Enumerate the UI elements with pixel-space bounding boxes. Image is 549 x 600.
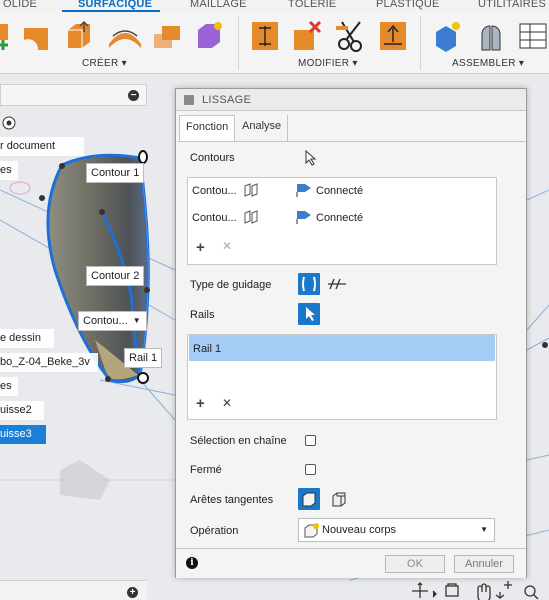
- chain-selection-label: Sélection en chaîne: [190, 435, 287, 447]
- extrude-icon[interactable]: [64, 20, 94, 52]
- group-label-assemble[interactable]: ASSEMBLER ▾: [452, 58, 524, 69]
- contour-dropdown[interactable]: Contou... ▼: [78, 311, 147, 331]
- extrude-plus-icon[interactable]: [0, 20, 14, 52]
- thicken-icon[interactable]: [250, 20, 280, 52]
- tab-surfacique[interactable]: SURFACIQUE: [78, 0, 152, 10]
- browser-item-component[interactable]: bo_Z-04_Beke_3v: [0, 353, 98, 372]
- browser-item-document[interactable]: r document: [0, 137, 84, 156]
- loft-dialog: LISSAGE Fonction Analyse Contours Contou…: [175, 88, 527, 578]
- tab-tolerie[interactable]: TÔLERIE: [288, 0, 336, 10]
- cancel-button[interactable]: Annuler: [454, 555, 514, 573]
- radio-icon[interactable]: [2, 116, 16, 130]
- joint-icon[interactable]: [476, 20, 506, 52]
- dialog-title: LISSAGE: [202, 94, 252, 106]
- browser-item-origins[interactable]: es: [0, 161, 18, 180]
- add-contour-icon[interactable]: +: [196, 239, 205, 256]
- connected-icon: [296, 211, 311, 224]
- new-body-icon: [304, 523, 319, 538]
- browser-item-sketch3[interactable]: uisse3: [0, 425, 46, 444]
- browser-item-sketch2[interactable]: uisse2: [0, 401, 44, 420]
- revolve-icon[interactable]: [107, 20, 143, 52]
- contour-row-1[interactable]: Contou... Connecté: [189, 178, 495, 204]
- rails-guidance-button[interactable]: [298, 273, 320, 295]
- expand-panel-icon[interactable]: +: [127, 587, 138, 598]
- dropdown-arrow-icon: ▼: [132, 316, 141, 325]
- contour-row-name: Contou...: [192, 185, 237, 197]
- centerline-icon: [328, 278, 346, 290]
- rail-row-name: Rail 1: [193, 343, 222, 355]
- delete-face-icon[interactable]: [292, 20, 322, 52]
- merge-edges-icon: [302, 492, 316, 507]
- ribbon-tab-bar: OLIDE SURFACIQUE MAILLAGE TÔLERIE PLASTI…: [0, 0, 549, 13]
- group-label-create[interactable]: CRÉER ▾: [82, 58, 127, 69]
- browser-item-bodies[interactable]: es: [0, 377, 18, 396]
- closed-checkbox[interactable]: [305, 464, 316, 475]
- new-component-icon[interactable]: [432, 20, 462, 52]
- rail-1-label[interactable]: Rail 1: [124, 348, 163, 368]
- operation-value: Nouveau corps: [322, 524, 396, 536]
- info-icon[interactable]: i: [186, 557, 198, 569]
- tab-solide[interactable]: OLIDE: [3, 0, 37, 10]
- tab-plastique[interactable]: PLASTIQUE: [376, 0, 440, 10]
- closed-label: Fermé: [190, 464, 222, 476]
- chain-selection-checkbox[interactable]: [305, 435, 316, 446]
- tab-fonction[interactable]: Fonction: [179, 115, 236, 141]
- rails-label: Rails: [190, 309, 215, 321]
- dialog-footer: i OK Annuler: [176, 548, 526, 578]
- dialog-body: Contours Contou... Connecté Contou... Co…: [178, 141, 525, 547]
- remove-rail-icon[interactable]: ✕: [222, 396, 232, 410]
- tab-analyse[interactable]: Analyse: [236, 115, 289, 141]
- tangent-edges-label: Arêtes tangentes: [190, 494, 274, 506]
- guidance-type-label: Type de guidage: [190, 279, 272, 291]
- add-rail-icon[interactable]: +: [196, 395, 205, 412]
- select-arrow-icon: ▼: [480, 525, 488, 534]
- rails-guide-icon: [302, 276, 316, 292]
- tangent-merge-button[interactable]: [298, 488, 320, 510]
- select-arrow-icon: [306, 307, 315, 321]
- centerline-guidance-button[interactable]: [326, 273, 348, 295]
- contour-row-2[interactable]: Contou... Connecté: [189, 205, 495, 231]
- tangent-keep-button[interactable]: [328, 488, 350, 510]
- navigation-toolbar: [412, 581, 539, 600]
- tab-maillage[interactable]: MAILLAGE: [190, 0, 247, 10]
- operation-select[interactable]: Nouveau corps ▼: [298, 518, 495, 542]
- contour-row-state[interactable]: Connecté: [316, 212, 363, 224]
- patch-icon[interactable]: [22, 20, 52, 52]
- drag-handle-icon[interactable]: [184, 95, 194, 105]
- profile-icon: [244, 183, 258, 197]
- contour-dropdown-label: Contou...: [83, 315, 128, 327]
- browser-footer: +: [0, 580, 147, 600]
- table-icon[interactable]: [518, 20, 548, 52]
- contour-2-label[interactable]: Contour 2: [86, 266, 145, 286]
- contours-list[interactable]: Contou... Connecté Contou... Connecté + …: [187, 177, 497, 265]
- browser-panel-header: −: [0, 84, 147, 106]
- contour-1-label[interactable]: Contour 1: [86, 163, 145, 183]
- connected-icon: [296, 184, 311, 197]
- tab-utilitaires[interactable]: UTILITAIRES: [478, 0, 546, 10]
- collapse-browser-icon[interactable]: −: [128, 90, 139, 101]
- extend-icon[interactable]: [378, 20, 408, 52]
- rails-select-button[interactable]: [298, 303, 320, 325]
- profile-icon: [244, 210, 258, 224]
- ribbon-toolbar: CRÉER ▾ MODIFIER ▾ ASSEMBLER ▾: [0, 12, 549, 74]
- rails-list[interactable]: Rail 1 + ✕: [187, 334, 497, 420]
- boundary-fill-icon[interactable]: [194, 20, 224, 52]
- operation-label: Opération: [190, 525, 239, 537]
- contour-row-name: Contou...: [192, 212, 237, 224]
- remove-contour-icon[interactable]: ✕: [222, 239, 232, 253]
- keep-edges-icon: [332, 492, 346, 507]
- rail-row-1[interactable]: Rail 1: [189, 335, 495, 361]
- offset-icon[interactable]: [152, 20, 182, 52]
- scissors-icon[interactable]: [336, 20, 366, 52]
- group-label-modify[interactable]: MODIFIER ▾: [298, 58, 358, 69]
- contours-label: Contours: [190, 152, 235, 164]
- ok-button[interactable]: OK: [385, 555, 445, 573]
- dialog-title-bar[interactable]: LISSAGE: [176, 89, 526, 111]
- select-cursor-icon[interactable]: [304, 150, 318, 166]
- contour-row-state[interactable]: Connecté: [316, 185, 363, 197]
- browser-item-sketches[interactable]: e dessin: [0, 329, 54, 348]
